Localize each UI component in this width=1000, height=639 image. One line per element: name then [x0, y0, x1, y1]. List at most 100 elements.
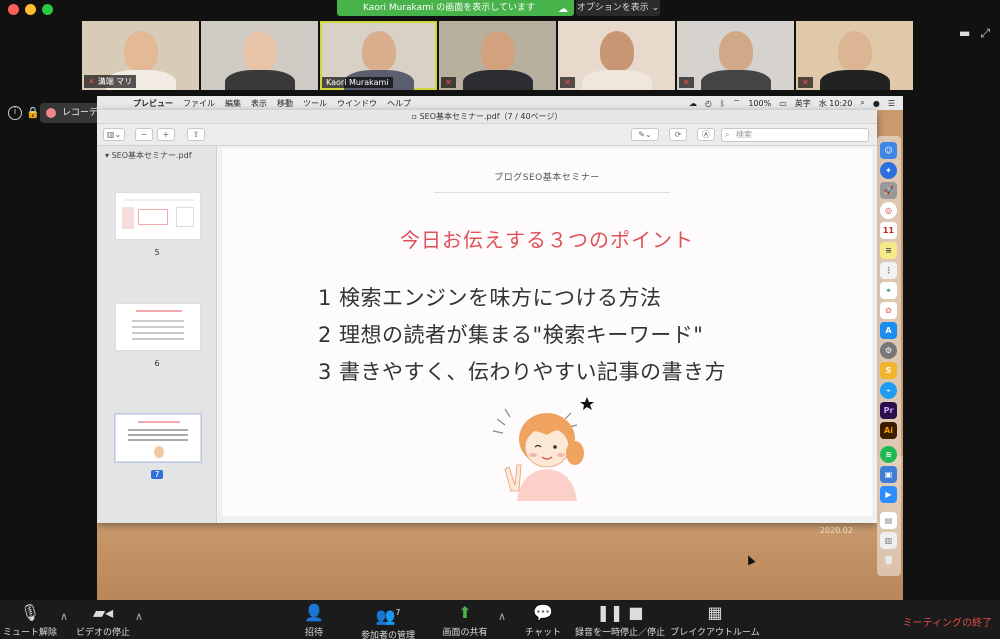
document-stack-icon[interactable]: ▤	[880, 512, 897, 529]
share-screen-label: 画面の共有	[442, 628, 488, 638]
stop-video-button[interactable]: ▰◂ ビデオの停止	[74, 603, 132, 638]
chat-button[interactable]: 💬 チャット	[522, 603, 564, 638]
view-options-label: オプションを表示	[576, 3, 649, 13]
participant-tile[interactable]: ✕ 溝端 マリ	[82, 21, 199, 90]
notification-center-icon[interactable]: ☰	[888, 99, 895, 108]
page-thumbnail[interactable]	[115, 192, 201, 240]
rotate-button[interactable]: ⟳	[669, 128, 687, 141]
mac-dock: ☺ ✦ 🚀 ◎ 11 ≡ ⋮ ⌖ ✿ A ⚙ S ⌁ Pr Ai ≋ ▣ ▶ ▤…	[877, 136, 901, 576]
slide-title: 今日お伝えする３つのポイント	[400, 228, 694, 252]
menu-edit[interactable]: 編集	[225, 98, 241, 109]
participant-video-body	[224, 70, 295, 90]
participant-tile[interactable]: ✕	[796, 21, 913, 90]
time-machine-icon[interactable]: ◴	[705, 99, 712, 108]
illustrator-icon[interactable]: Ai	[880, 422, 897, 439]
sidebar-file-name: SEO基本セミナー.pdf	[111, 151, 192, 160]
notes-icon[interactable]: ≡	[880, 242, 897, 259]
page-thumbnail[interactable]	[115, 303, 201, 351]
view-options-button[interactable]: オプションを表示 ⌄	[576, 0, 660, 16]
unmute-button[interactable]: 🎙 ミュート解除	[2, 603, 58, 638]
page-thumbnail-selected[interactable]	[114, 413, 202, 463]
photos-icon[interactable]: ✿	[880, 302, 897, 319]
participant-tile[interactable]: ✕	[677, 21, 794, 90]
fullscreen-icon[interactable]: ⤢	[980, 26, 990, 41]
invite-button[interactable]: 👤 招待	[296, 603, 332, 638]
spotlight-icon[interactable]: ⌕	[860, 98, 864, 108]
safari-icon[interactable]: ✦	[880, 162, 897, 179]
breakout-rooms-button[interactable]: ▦ ブレイクアウトルーム	[670, 603, 760, 638]
cloud-icon[interactable]: ☁	[689, 99, 697, 108]
maps-icon[interactable]: ⌖	[880, 282, 897, 299]
close-window-button[interactable]	[8, 4, 19, 15]
menu-view[interactable]: 表示	[251, 98, 267, 109]
bluetooth-icon[interactable]: ᛒ	[720, 99, 725, 108]
search-input[interactable]: ⌕ 検索	[721, 128, 869, 142]
sharing-banner-text: Kaori Murakami の画面を表示しています	[363, 3, 535, 13]
premiere-icon[interactable]: Pr	[880, 402, 897, 419]
markup-pen-button[interactable]: ✎⌄	[631, 128, 659, 141]
download-stack-icon[interactable]: ▥	[880, 532, 897, 549]
muted-mic-icon: ✕	[88, 77, 95, 86]
menu-window[interactable]: ウインドウ	[337, 98, 377, 109]
zoom-app-icon[interactable]: ▶	[880, 486, 897, 503]
participant-tile[interactable]	[201, 21, 318, 90]
preview-window: ▫ SEO基本セミナー.pdf（7 / 40ページ） ▥⌄ − + ⇪ ✎⌄ ⟳…	[97, 110, 877, 523]
manage-participants-button[interactable]: 👥7 参加者の管理	[356, 603, 420, 639]
menu-preview[interactable]: プレビュー	[133, 98, 173, 109]
app-store-icon[interactable]: A	[880, 322, 897, 339]
system-preferences-icon[interactable]: ⚙	[880, 342, 897, 359]
audio-options-chevron-icon[interactable]: ∧	[60, 610, 68, 623]
menu-file[interactable]: ファイル	[183, 98, 215, 109]
compass-app-icon[interactable]: ⌁	[880, 382, 897, 399]
participant-name-tag: ✕	[560, 77, 575, 88]
trash-icon[interactable]: 🗑	[880, 552, 897, 569]
menu-tools[interactable]: ツール	[303, 98, 327, 109]
chrome-icon[interactable]: ◎	[880, 202, 897, 219]
sidebar-toggle-button[interactable]: ▥⌄	[103, 128, 125, 141]
participant-tile[interactable]: ✕	[439, 21, 556, 90]
wifi-icon[interactable]: ⌔	[733, 98, 741, 108]
preview-toolbar: ▥⌄ − + ⇪ ✎⌄ ⟳ Ⓐ ⌕ 検索	[97, 124, 877, 146]
end-meeting-button[interactable]: ミーティングの終了	[903, 614, 992, 629]
video-options-chevron-icon[interactable]: ∧	[135, 610, 143, 623]
reminders-icon[interactable]: ⋮	[880, 262, 897, 279]
share-screen-button[interactable]: ⬆ 画面の共有	[440, 603, 490, 638]
share-options-chevron-icon[interactable]: ∧	[498, 610, 506, 623]
participant-name-tag: Kaori Murakami	[322, 77, 393, 88]
slide-point-3: 3 書きやすく、伝わりやすい記事の書き方	[318, 360, 727, 384]
shared-screen: 2020.02 プレビュー ファイル 編集 表示 移動 ツール ウインドウ ヘル…	[97, 96, 903, 600]
markup-toolbar-button[interactable]: Ⓐ	[697, 128, 715, 141]
speaker-view-icon[interactable]: ▬	[959, 26, 970, 41]
meeting-info-icon[interactable]: i	[8, 106, 22, 120]
document-view: ブログSEO基本セミナー 今日お伝えする３つのポイント 1 検索エンジンを味方に…	[218, 146, 877, 523]
participant-tile-active[interactable]: Kaori Murakami	[320, 21, 437, 90]
preview-app-icon[interactable]: ▣	[880, 466, 897, 483]
zoom-in-button[interactable]: +	[157, 128, 175, 141]
preview-window-title: SEO基本セミナー.pdf（7 / 40ページ）	[419, 112, 563, 121]
zoom-window-button[interactable]	[42, 4, 53, 15]
pause-stop-recording-button[interactable]: ❚❚ ■ 録音を一時停止／停止	[574, 603, 666, 638]
participant-tile[interactable]: ✕	[558, 21, 675, 90]
clock[interactable]: 水 10:20	[819, 98, 853, 109]
input-method[interactable]: 英字	[795, 98, 811, 109]
slide-point-2: 2 理想の読者が集まる"検索キーワード"	[318, 323, 704, 347]
lock-icon[interactable]: 🔒	[26, 106, 40, 119]
calendar-icon[interactable]: 11	[880, 222, 897, 239]
menu-go[interactable]: 移動	[277, 98, 293, 109]
spotify-icon[interactable]: ≋	[880, 446, 897, 463]
sidebar-file-header[interactable]: ▾ SEO基本セミナー.pdf	[97, 146, 216, 165]
thumbnail-page-number: 6	[97, 359, 217, 368]
battery-level[interactable]: 100%	[748, 99, 771, 108]
siri-icon[interactable]: ●	[873, 99, 880, 108]
menu-help[interactable]: ヘルプ	[387, 98, 411, 109]
share-icon[interactable]: ⇪	[187, 128, 205, 141]
participant-video	[361, 31, 396, 71]
participant-video-body	[462, 70, 533, 90]
sublime-text-icon[interactable]: S	[880, 362, 897, 379]
zoom-out-button[interactable]: −	[135, 128, 153, 141]
invite-label: 招待	[304, 628, 323, 638]
minimize-window-button[interactable]	[25, 4, 36, 15]
battery-icon[interactable]: ▭	[779, 99, 787, 108]
launchpad-icon[interactable]: 🚀	[880, 182, 897, 199]
finder-icon[interactable]: ☺	[880, 142, 897, 159]
